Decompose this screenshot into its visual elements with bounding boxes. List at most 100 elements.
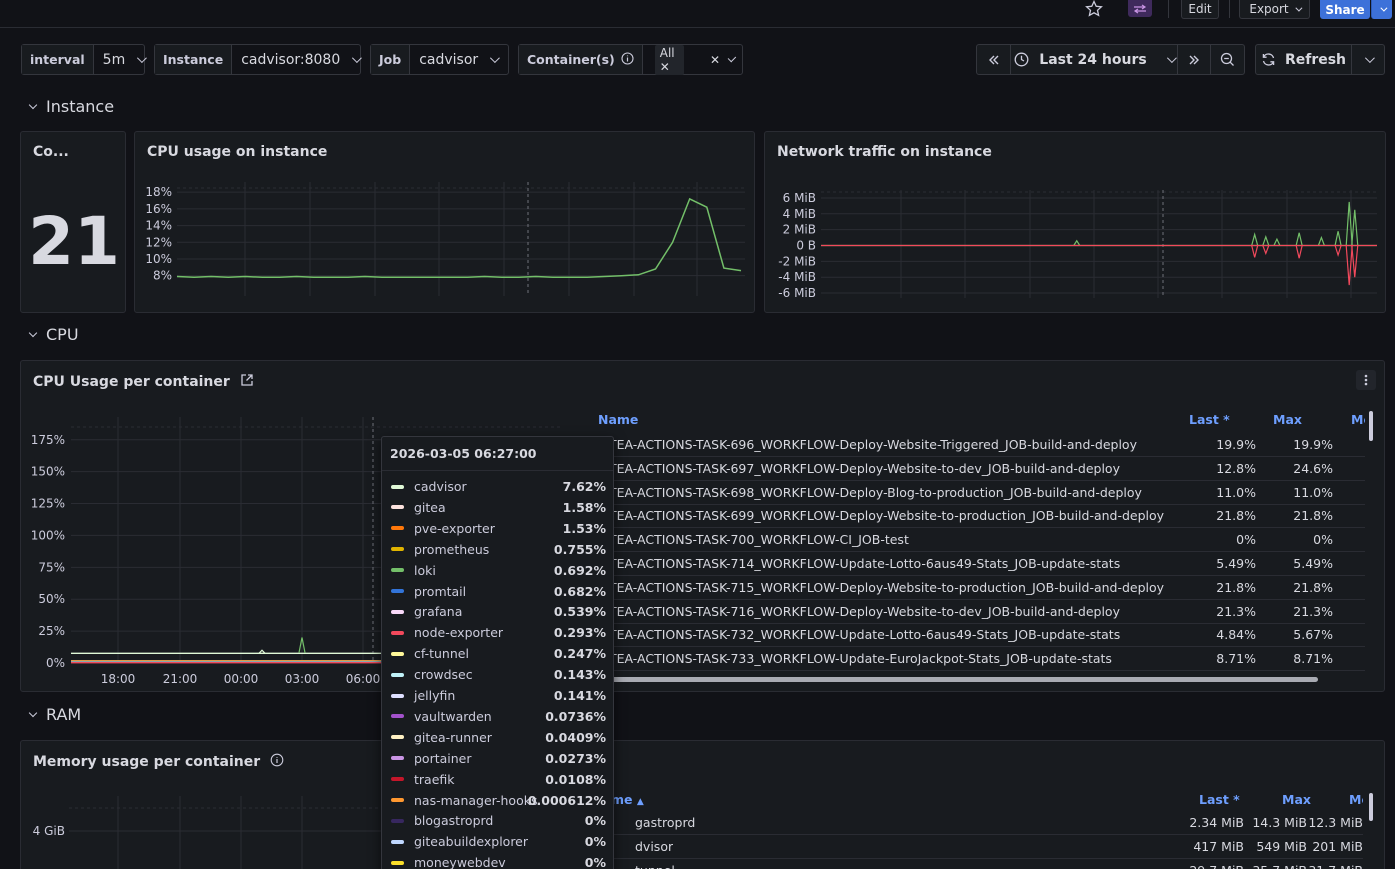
row-cpu[interactable]: CPU <box>28 325 79 344</box>
table-row[interactable]: TEA-ACTIONS-TASK-696_WORKFLOW-Deploy-Web… <box>569 433 1365 457</box>
memory-legend-table: me ▲ Last * Max Mean gastroprd 2.34 MiB 14… <box>611 787 1363 869</box>
table-row[interactable]: TEA-ACTIONS-TASK-715_WORKFLOW-Deploy-Web… <box>569 576 1365 600</box>
export-button[interactable]: Export <box>1239 0 1310 19</box>
tooltip-row: nas-manager-hooks 0.000612% <box>382 790 613 811</box>
col-last-header[interactable]: Last * <box>1199 792 1240 807</box>
row-name: TEA-ACTIONS-TASK-696_WORKFLOW-Deploy-Web… <box>609 437 1137 452</box>
col-mean-header[interactable]: Me <box>1351 412 1365 427</box>
row-instance[interactable]: Instance <box>28 97 114 116</box>
row-max: 21.8% <box>1293 579 1333 595</box>
table-row[interactable]: gastroprd 2.34 MiB 14.3 MiB 12.3 MiB <box>611 811 1363 835</box>
series-name: traefik <box>414 771 455 787</box>
tooltip-row: traefik 0.0108% <box>382 769 613 790</box>
row-last: 19.9% <box>1216 437 1256 452</box>
zoom-out-icon <box>1220 52 1234 66</box>
col-max-header[interactable]: Max <box>1282 792 1311 807</box>
network-panel: Network traffic on instance 6 MiB 4 MiB 2 … <box>764 131 1386 313</box>
header-label: me <box>611 792 633 807</box>
row-name: TEA-ACTIONS-TASK-698_WORKFLOW-Deploy-Blo… <box>609 484 1142 500</box>
series-name: cf-tunnel <box>414 646 469 662</box>
col-name-header[interactable]: Name <box>598 412 638 427</box>
y-tick-label: -2 MiB <box>778 254 816 268</box>
job-variable[interactable]: Job cadvisor <box>370 44 509 75</box>
series-spike <box>1334 231 1342 246</box>
chevron-down-icon <box>28 100 38 109</box>
row-last: 0% <box>1236 532 1256 548</box>
table-row[interactable]: TEA-ACTIONS-TASK-700_WORKFLOW-CI_JOB-tes… <box>569 528 1365 553</box>
toolbar-divider <box>1229 0 1230 18</box>
series-value: 0.539% <box>553 604 606 620</box>
containers-variable[interactable]: Container(s) All ✕ ✕ <box>518 44 743 75</box>
kebab-menu-icon <box>1364 374 1368 386</box>
containers-stat-panel: Co... 21 <box>20 131 126 313</box>
chevron-down-icon <box>28 708 38 717</box>
chevron-down-icon <box>727 53 737 63</box>
table-row[interactable]: TEA-ACTIONS-TASK-716_WORKFLOW-Deploy-Web… <box>569 600 1365 624</box>
table-row[interactable]: tunnel 29.7 MiB 35.7 MiB31.7 MiB <box>611 859 1363 869</box>
col-max-header[interactable]: Max <box>1273 412 1302 427</box>
table-row[interactable]: TEA-ACTIONS-TASK-714_WORKFLOW-Update-Lot… <box>569 552 1365 576</box>
top-toolbar: Edit Export Share <box>0 0 1395 28</box>
row-max: 8.71% <box>1293 651 1333 667</box>
table-row[interactable]: TEA-ACTIONS-TASK-733_WORKFLOW-Update-Eur… <box>569 647 1365 672</box>
clear-icon[interactable]: ✕ <box>710 53 720 67</box>
series-name: nas-manager-hooks <box>414 792 538 808</box>
selected-chip[interactable]: All ✕ <box>654 44 684 75</box>
share-dropdown-button[interactable] <box>1371 0 1392 19</box>
tooltip-row: blogastroprd 0% <box>382 810 613 831</box>
shift-forward-button[interactable] <box>1178 45 1211 74</box>
series-value: 1.58% <box>562 499 606 515</box>
tooltip-time: 2026-03-05 06:27:00 <box>382 437 613 471</box>
instance-variable[interactable]: Instance cadvisor:8080 <box>154 44 363 75</box>
tooltip-row: promtail 0.682% <box>382 581 613 602</box>
y-tick-label: 16% <box>145 202 172 216</box>
interval-variable[interactable]: interval 5m <box>21 44 148 75</box>
cpu-series-line <box>176 197 742 279</box>
series-value: 0% <box>584 834 606 850</box>
refresh-interval-dropdown[interactable] <box>1352 45 1384 74</box>
remove-chip-icon[interactable]: ✕ <box>660 60 670 74</box>
series-name: prometheus <box>414 541 490 557</box>
refresh-button[interactable]: Refresh <box>1256 45 1352 74</box>
chevron-down-icon <box>28 328 38 337</box>
series-value: 0.0108% <box>545 771 606 787</box>
x-tick-label: 18:00 <box>101 672 136 686</box>
time-range-label: Last 24 hours <box>1039 51 1147 68</box>
zoom-out-button[interactable] <box>1211 45 1244 74</box>
series-spike <box>1295 232 1303 246</box>
series-spike <box>1251 232 1259 246</box>
tooltip-row: node-exporter 0.293% <box>382 622 613 643</box>
tooltip-row: jellyfin 0.141% <box>382 685 613 706</box>
tooltip-row: cadvisor 7.62% <box>382 476 613 497</box>
table-row[interactable]: TEA-ACTIONS-TASK-732_WORKFLOW-Update-Lot… <box>569 623 1365 648</box>
table-row[interactable]: TEA-ACTIONS-TASK-699_WORKFLOW-Deploy-Web… <box>569 504 1365 529</box>
info-icon[interactable] <box>621 51 634 68</box>
shift-back-button[interactable] <box>977 45 1011 74</box>
table-row[interactable]: TEA-ACTIONS-TASK-698_WORKFLOW-Deploy-Blo… <box>569 481 1365 505</box>
edit-button[interactable]: Edit <box>1181 0 1219 19</box>
series-swatch <box>391 735 404 740</box>
tooltip-row: gitea 1.58% <box>382 497 613 518</box>
y-tick-label: 14% <box>145 219 172 233</box>
series-value: 0% <box>584 855 606 869</box>
table-row[interactable]: dvisor 417 MiB 549 MiB 201 MiB <box>611 835 1363 859</box>
star-icon[interactable] <box>1085 0 1103 18</box>
row-ram[interactable]: RAM <box>28 705 81 724</box>
table-row[interactable]: TEA-ACTIONS-TASK-697_WORKFLOW-Deploy-Web… <box>569 457 1365 481</box>
series-swatch <box>391 756 404 761</box>
stat-value: 21 <box>28 203 120 280</box>
col-name-header[interactable]: me ▲ <box>611 792 644 807</box>
x-tick-label: 21:00 <box>163 672 198 686</box>
time-range-button[interactable]: Last 24 hours <box>1011 45 1178 74</box>
table-vertical-scrollbar[interactable] <box>1369 793 1373 821</box>
y-tick-label: 12% <box>145 235 172 249</box>
panel-menu-button[interactable] <box>1356 370 1376 390</box>
col-last-header[interactable]: Last * <box>1189 412 1230 427</box>
share-button[interactable]: Share <box>1320 0 1370 19</box>
table-horizontal-scrollbar[interactable] <box>581 677 1318 682</box>
toggle-mode-icon[interactable] <box>1128 0 1152 17</box>
col-mean-header[interactable]: Mean <box>1349 792 1363 807</box>
series-swatch <box>391 839 404 844</box>
panel-title: Co... <box>33 144 69 160</box>
table-vertical-scrollbar[interactable] <box>1369 411 1373 441</box>
